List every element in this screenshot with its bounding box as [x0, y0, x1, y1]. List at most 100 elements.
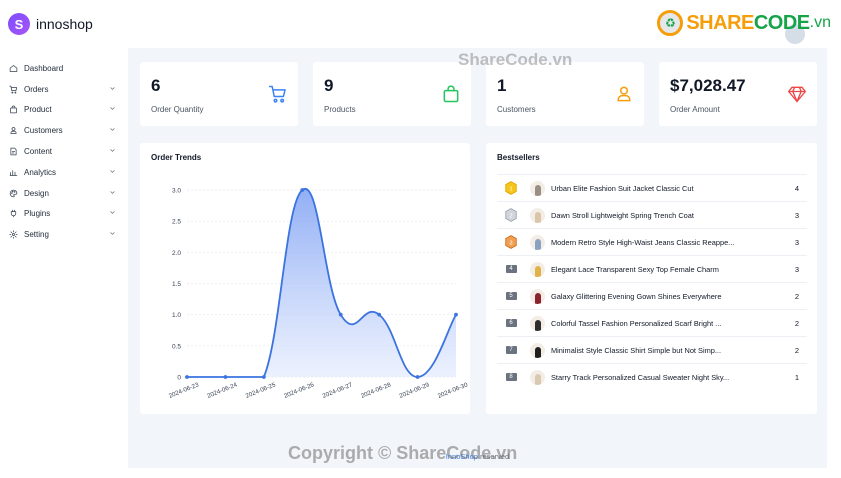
- home-icon: [9, 64, 18, 73]
- product-thumbnail[interactable]: [530, 342, 545, 358]
- palette-icon: [9, 189, 18, 198]
- stat-card-customers[interactable]: 1 Customers: [486, 62, 644, 126]
- chevron-down-icon[interactable]: [109, 209, 116, 218]
- y-tick-label: 0.5: [172, 343, 181, 350]
- list-item[interactable]: 5 Galaxy Glittering Evening Gown Shines E…: [497, 282, 807, 309]
- top-bar: S innoshop ♻ SHARE CODE .vn: [0, 0, 841, 48]
- sharecode-code-text: CODE: [753, 11, 810, 34]
- sharecode-logo: ♻ SHARE CODE .vn: [657, 10, 831, 36]
- chevron-down-icon[interactable]: [109, 168, 116, 177]
- stat-value: 1: [497, 76, 507, 95]
- sharecode-share-text: SHARE: [686, 11, 754, 34]
- product-quantity: 3: [794, 264, 799, 274]
- rank-badge: 7: [504, 343, 518, 357]
- y-tick-label: 0: [177, 375, 181, 382]
- sidebar-item-content[interactable]: Content: [0, 141, 128, 162]
- rank-number: 8: [505, 373, 517, 381]
- data-point[interactable]: [415, 375, 420, 379]
- medal-gold-icon: 1: [504, 181, 518, 195]
- data-point[interactable]: [377, 312, 382, 317]
- chevron-down-icon[interactable]: [109, 85, 116, 94]
- sidebar-item-analytics[interactable]: Analytics: [0, 162, 128, 183]
- list-item[interactable]: 3 Modern Retro Style High-Waist Jeans Cla…: [497, 228, 807, 255]
- rank-number: 7: [505, 346, 517, 354]
- chevron-down-icon[interactable]: [109, 126, 116, 135]
- sidebar-item-orders[interactable]: Orders: [0, 79, 128, 100]
- product-name[interactable]: Galaxy Glittering Evening Gown Shines Ev…: [551, 292, 761, 301]
- product-figure: [534, 346, 541, 358]
- sidebar-item-product[interactable]: Product: [0, 100, 128, 121]
- chevron-down-icon[interactable]: [109, 147, 116, 156]
- x-tick-label: 2024-06-23: [168, 381, 200, 400]
- data-point[interactable]: [338, 312, 343, 317]
- rank-badge: 6: [504, 316, 518, 330]
- order-trends-chart: 0 0.5 1.0 1.5 2.0 2.5 3.0 2024-06-23 2024-06-24 2…: [168, 188, 469, 400]
- product-thumbnail[interactable]: [530, 288, 545, 304]
- product-name[interactable]: Urban Elite Fashion Suit Jacket Classic …: [551, 184, 761, 193]
- y-tick-label: 1.5: [172, 281, 181, 288]
- sidebar-item-label: Analytics: [24, 167, 57, 177]
- sidebar-item-dashboard[interactable]: Dashboard: [0, 58, 128, 79]
- product-quantity: 1: [794, 372, 799, 382]
- product-quantity: 2: [794, 345, 799, 355]
- gear-icon: [9, 230, 18, 239]
- product-name[interactable]: Starry Track Personalized Casual Sweater…: [551, 373, 761, 382]
- product-thumbnail[interactable]: [530, 207, 545, 223]
- product-name[interactable]: Colorful Tassel Fashion Personalized Sca…: [551, 319, 761, 328]
- list-item[interactable]: 6 Colorful Tassel Fashion Personalized Sc…: [497, 309, 807, 336]
- sidebar-item-customers[interactable]: Customers: [0, 120, 128, 141]
- product-thumbnail[interactable]: [530, 180, 545, 196]
- product-figure: [534, 373, 541, 385]
- stat-card-order-quantity[interactable]: 6 Order Quantity: [140, 62, 298, 126]
- sidebar-item-plugins[interactable]: Plugins: [0, 204, 128, 225]
- chart-icon: [9, 168, 18, 177]
- product-thumbnail[interactable]: [530, 315, 545, 331]
- rank-number: 2: [509, 213, 512, 219]
- data-point[interactable]: [185, 375, 189, 379]
- stat-card-order-amount[interactable]: $7,028.47 Order Amount: [659, 62, 817, 126]
- main-content: 6 Order Quantity 9 Products 1 Customers …: [128, 48, 827, 468]
- data-point[interactable]: [454, 312, 458, 317]
- data-point[interactable]: [223, 375, 228, 379]
- bestsellers-title: Bestsellers: [497, 153, 540, 162]
- sidebar-item-setting[interactable]: Setting: [0, 224, 128, 245]
- product-thumbnail[interactable]: [530, 261, 545, 277]
- list-item[interactable]: 4 Elegant Lace Transparent Sexy Top Femal…: [497, 255, 807, 282]
- sidebar-item-label: Dashboard: [24, 63, 64, 73]
- chevron-down-icon[interactable]: [109, 230, 116, 239]
- stat-card-products[interactable]: 9 Products: [313, 62, 471, 126]
- sidebar-item-design[interactable]: Design: [0, 183, 128, 204]
- product-figure: [534, 184, 541, 196]
- product-name[interactable]: Dawn Stroll Lightweight Spring Trench Co…: [551, 211, 761, 220]
- product-thumbnail[interactable]: [530, 234, 545, 250]
- sharecode-logo-icon: ♻: [657, 10, 684, 36]
- watermark-center: ShareCode.vn: [458, 50, 573, 69]
- chevron-down-icon[interactable]: [109, 105, 116, 114]
- rank-badge: 5: [504, 289, 518, 303]
- data-point[interactable]: [261, 375, 266, 379]
- product-name[interactable]: Minimalist Style Classic Shirt Simple bu…: [551, 346, 761, 355]
- product-name[interactable]: Elegant Lace Transparent Sexy Top Female…: [551, 265, 761, 274]
- product-figure: [534, 292, 541, 304]
- user-icon: [9, 126, 18, 135]
- product-figure: [534, 265, 541, 277]
- sidebar-item-label: Orders: [24, 84, 49, 94]
- list-item[interactable]: 2 Dawn Stroll Lightweight Spring Trench C…: [497, 201, 807, 228]
- chevron-down-icon[interactable]: [109, 189, 116, 198]
- list-item[interactable]: 1 Urban Elite Fashion Suit Jacket Classic…: [497, 174, 807, 201]
- x-tick-label: 2024-06-26: [283, 381, 315, 400]
- y-tick-label: 2.0: [172, 250, 181, 257]
- sidebar: Dashboard Orders Product Customers Content An…: [0, 48, 128, 468]
- list-item[interactable]: 7 Minimalist Style Classic Shirt Simple b…: [497, 336, 807, 363]
- product-name[interactable]: Modern Retro Style High-Waist Jeans Clas…: [551, 238, 761, 247]
- innoshop-logo-icon[interactable]: S: [8, 13, 30, 35]
- list-item[interactable]: 8 Starry Track Personalized Casual Sweate…: [497, 363, 807, 390]
- cart-icon: [9, 85, 18, 94]
- x-tick-label: 2024-06-28: [360, 381, 392, 400]
- cart-icon: [268, 85, 286, 103]
- product-thumbnail[interactable]: [530, 369, 545, 385]
- data-point[interactable]: [300, 188, 305, 192]
- brand-name[interactable]: innoshop: [36, 16, 93, 32]
- sidebar-item-label: Plugins: [24, 209, 51, 219]
- stat-label: Products: [324, 105, 356, 114]
